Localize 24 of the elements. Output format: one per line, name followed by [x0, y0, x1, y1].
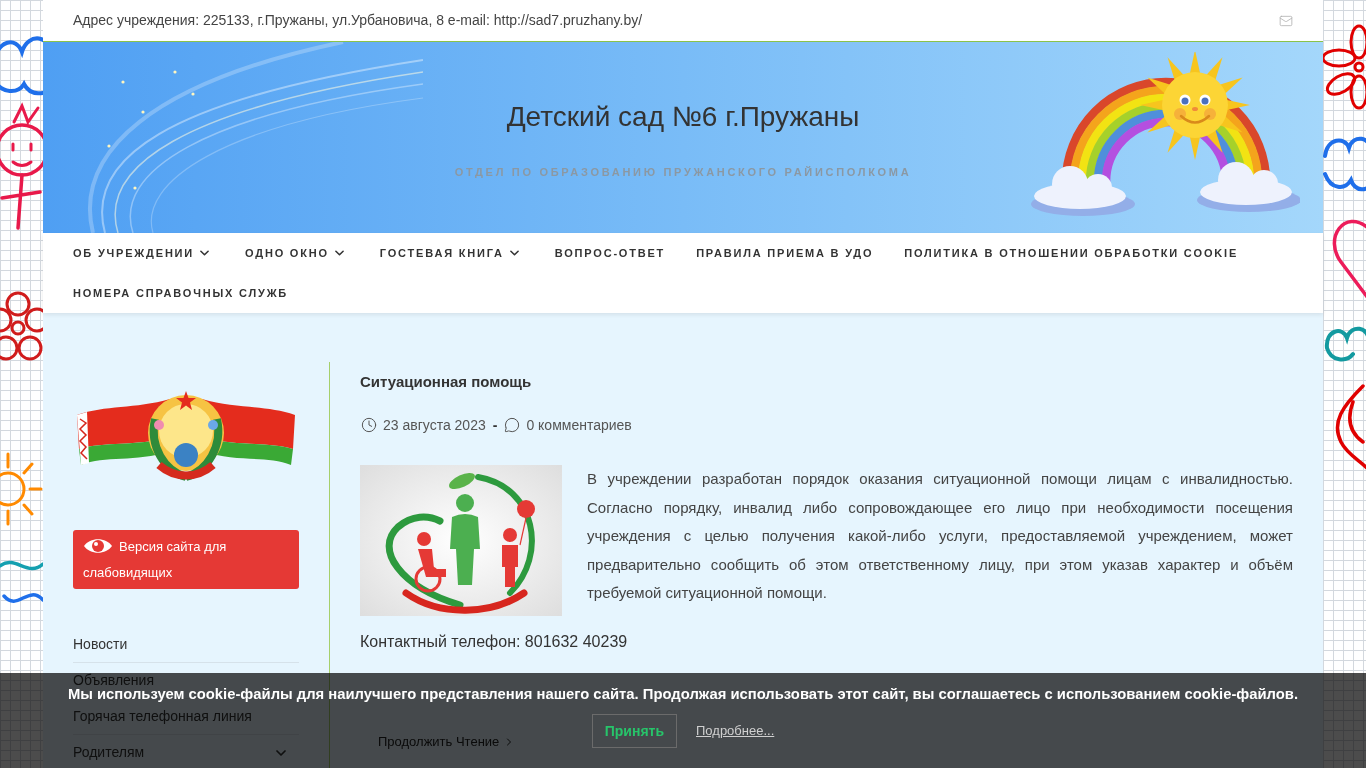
- contact-phone: Контактный телефон: 801632 40239: [360, 632, 629, 652]
- comment-icon: [504, 417, 521, 433]
- meta-separator: -: [492, 416, 498, 434]
- site-subtitle: ОТДЕЛ ПО ОБРАЗОВАНИЮ ПРУЖАНСКОГО РАЙИСПОЛКОМА: [454, 165, 912, 179]
- details-link[interactable]: Подробнее...: [696, 721, 775, 741]
- nav-menu-item[interactable]: ОБ УЧРЕЖДЕНИИ: [73, 233, 215, 273]
- accept-button[interactable]: Принять: [591, 714, 677, 748]
- clock-icon: [361, 417, 377, 433]
- nav-menu-item[interactable]: НОМЕРА СПРАВОЧНЫХ СЛУЖБ: [73, 273, 289, 313]
- low-vision-version-button[interactable]: Версия сайта для слабовидящих: [73, 530, 299, 589]
- cookie-message: Мы используем cookie-файлы для наилучшего представления нашего сайта. Продолжая использовать этот сайт, вы соглашаетесь с использованием cookie-файлов.: [67, 686, 1299, 703]
- article-body: В учреждении разработан порядок оказания ситуационной помощи лицам с инвалидностью. Согласно порядку, инвалид либо сопровождающее его лицо при необходимости посещения учреждения с целью получения какой-либо услуги, предоставляемой учреждением, может предварительно сообщить об этом ответственному лицу, при этом указав характер и объём требуемой ситуационной помощи.: [587, 469, 1293, 604]
- sidebar-menu-item[interactable]: Новости: [73, 637, 299, 652]
- nav-menu-item[interactable]: ПРАВИЛА ПРИЕМА В УДО: [696, 233, 874, 273]
- post-date: 23 августа 2023: [383, 416, 486, 434]
- nav-menu-item[interactable]: ВОПРОС-ОТВЕТ: [554, 233, 666, 273]
- mail-icon[interactable]: [1279, 13, 1293, 28]
- contact-address: Адрес учреждения: 225133, г.Пружаны, ул.Урбановича, 8 e-mail: http://sad7.pruzhany.by/: [73, 11, 643, 30]
- comments-link[interactable]: 0 комментариев: [526, 416, 632, 434]
- nav-menu-item[interactable]: ПОЛИТИКА В ОТНОШЕНИИ ОБРАБОТКИ COOKIE: [904, 233, 1239, 273]
- site-title[interactable]: Детский сад №6 г.Пружаны: [506, 100, 860, 134]
- nav-menu-item[interactable]: ГОСТЕВАЯ КНИГА: [379, 233, 524, 273]
- nav-menu-item[interactable]: ОДНО ОКНО: [245, 233, 349, 273]
- article-title[interactable]: Ситуационная помощь: [360, 362, 1293, 392]
